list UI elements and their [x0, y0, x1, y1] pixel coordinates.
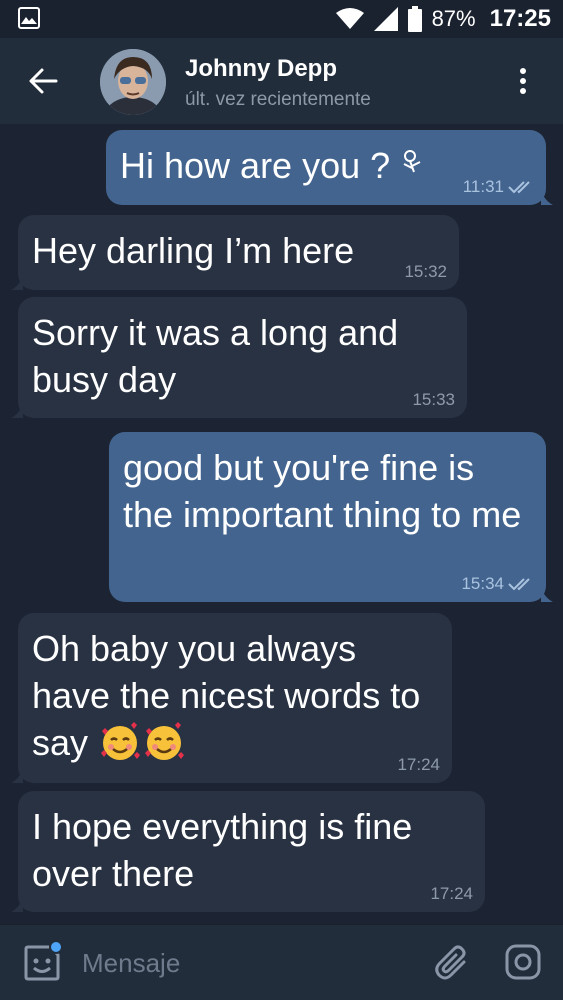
message-bubble[interactable]: Oh baby you always have the nicest words… — [11, 613, 452, 783]
cell-signal-icon — [373, 7, 398, 31]
more-options-icon[interactable] — [518, 68, 528, 98]
message-input[interactable]: Mensaje — [82, 948, 180, 979]
contact-avatar[interactable] — [100, 49, 166, 115]
message-list: Hi how are you ? 11:31 Hey darling I’m h… — [0, 124, 563, 924]
status-time: 17:25 — [489, 5, 551, 32]
rose-emoji-icon — [403, 150, 421, 173]
message-time: 17:24 — [397, 755, 440, 774]
paperclip-icon[interactable] — [434, 944, 470, 982]
message-bubble[interactable]: good but you're fine is the important th… — [109, 432, 553, 602]
message-bubble[interactable]: Hey darling I’m here 15:32 — [11, 215, 459, 290]
message-bubble[interactable]: I hope everything is fine over there 17:… — [11, 791, 485, 912]
message-text: Oh baby you always have the nicest words… — [32, 628, 421, 763]
message-text: Hey darling I’m here — [32, 230, 355, 271]
message-time: 11:31 — [462, 177, 504, 196]
back-arrow-icon[interactable] — [26, 64, 60, 98]
wifi-icon — [335, 8, 364, 29]
smiling-face-with-hearts-icon — [142, 719, 186, 763]
status-bar: 87% 17:25 — [0, 0, 563, 38]
message-time: 15:33 — [412, 390, 455, 409]
message-time: 17:24 — [430, 884, 473, 903]
smiling-face-with-hearts-icon — [98, 719, 142, 763]
double-check-icon — [508, 578, 530, 591]
battery-icon — [407, 6, 422, 32]
message-text: Sorry it was a long and busy day — [32, 312, 399, 400]
contact-name[interactable]: Johnny Depp — [185, 55, 337, 83]
sticker-badge-dot — [49, 940, 63, 954]
message-composer: Mensaje — [0, 924, 563, 1000]
message-text: Hi how are you ? — [120, 145, 391, 186]
message-text: good but you're fine is the important th… — [123, 447, 522, 535]
message-bubble[interactable]: Sorry it was a long and busy day 15:33 — [11, 297, 467, 418]
chat-header: Johnny Depp últ. vez recientemente — [0, 38, 563, 124]
message-bubble[interactable]: Hi how are you ? 11:31 — [106, 130, 553, 205]
message-time: 15:34 — [461, 574, 504, 593]
camera-icon[interactable] — [504, 943, 542, 981]
message-time: 15:32 — [404, 262, 447, 281]
last-seen-status: últ. vez recientemente — [185, 89, 371, 110]
double-check-icon — [508, 181, 530, 194]
gallery-notification-icon — [18, 7, 40, 29]
message-text: I hope everything is fine over there — [32, 806, 413, 894]
battery-percent: 87% — [431, 6, 476, 31]
